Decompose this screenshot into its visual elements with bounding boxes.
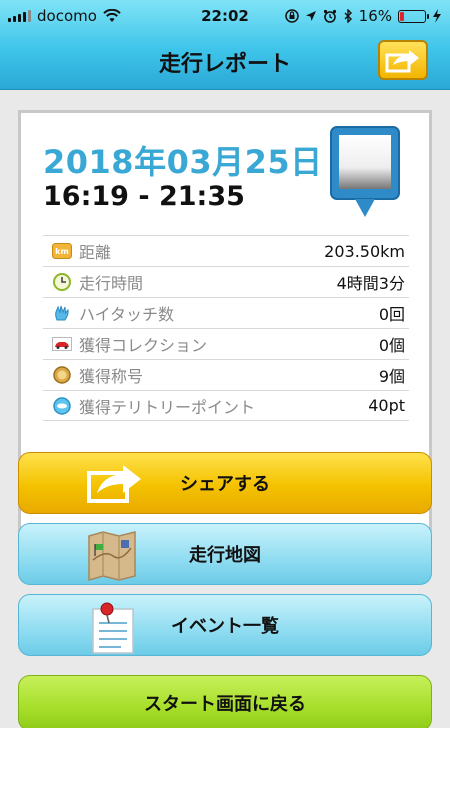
share-arrow-icon <box>87 465 141 503</box>
folded-map-icon <box>88 531 136 581</box>
event-list-button[interactable]: イベント一覧 <box>18 594 432 656</box>
stat-row-distance: km 距離 203.50km <box>43 235 409 266</box>
stat-row-high-touch: ハイタッチ数 0回 <box>43 297 409 328</box>
top-bar: docomo 22:02 16% 走行レポート <box>0 0 450 90</box>
stat-value: 40pt <box>368 396 405 415</box>
alarm-icon <box>323 9 336 23</box>
stat-label: 走行時間 <box>79 274 144 293</box>
battery-percent: 16% <box>358 7 392 25</box>
stat-row-collection: 獲得コレクション 0個 <box>43 328 409 359</box>
car-icon <box>51 335 73 353</box>
stat-row-duration: 走行時間 4時間3分 <box>43 266 409 297</box>
stat-label: 獲得テリトリーポイント <box>79 397 256 417</box>
share-button[interactable]: シェアする <box>18 452 432 514</box>
stat-label: 獲得コレクション <box>79 336 208 355</box>
medal-icon <box>51 366 73 384</box>
stats-list: km 距離 203.50km 走行時間 4時間3分 ハイタッチ数 0回 獲得コレ… <box>43 235 409 421</box>
bluetooth-icon <box>344 9 352 23</box>
stat-label: ハイタッチ数 <box>79 305 175 324</box>
stat-value: 9個 <box>378 367 405 386</box>
stat-label: 距離 <box>79 243 112 262</box>
back-to-start-button-label: スタート画面に戻る <box>144 694 306 715</box>
stat-row-titles: 獲得称号 9個 <box>43 359 409 390</box>
battery-icon <box>398 9 429 23</box>
header-share-button[interactable] <box>378 40 428 80</box>
clock-icon <box>51 273 73 291</box>
driving-map-button[interactable]: 走行地図 <box>18 523 432 585</box>
orientation-lock-icon <box>284 9 299 23</box>
stat-label: 獲得称号 <box>79 367 144 386</box>
charging-bolt-icon <box>433 9 441 23</box>
report-date: 2018年03月25日 <box>43 143 323 181</box>
share-arrow-icon <box>385 50 419 73</box>
map-pin-icon <box>330 126 400 217</box>
stat-value: 4時間3分 <box>336 274 405 293</box>
spot-icon <box>51 396 73 415</box>
status-bar: docomo 22:02 16% <box>0 0 450 32</box>
main-content: 2018年03月25日 16:19 - 21:35 km 距離 203.50km <box>0 90 450 731</box>
hand-icon <box>51 304 73 322</box>
bottom-area <box>0 728 450 800</box>
stat-value: 0個 <box>378 336 405 355</box>
stat-value: 203.50km <box>324 241 405 261</box>
report-time-range: 16:19 - 21:35 <box>43 181 245 212</box>
svg-text:km: km <box>55 247 69 256</box>
stat-row-territory: 獲得テリトリーポイント 40pt <box>43 390 409 421</box>
km-icon: km <box>51 242 73 260</box>
stat-value: 0回 <box>378 305 405 324</box>
driving-map-button-label: 走行地図 <box>189 545 261 566</box>
event-list-button-label: イベント一覧 <box>171 616 279 637</box>
memo-pin-icon <box>92 602 134 654</box>
location-icon <box>305 11 316 21</box>
back-to-start-button[interactable]: スタート画面に戻る <box>18 675 432 731</box>
share-button-label: シェアする <box>180 474 270 495</box>
